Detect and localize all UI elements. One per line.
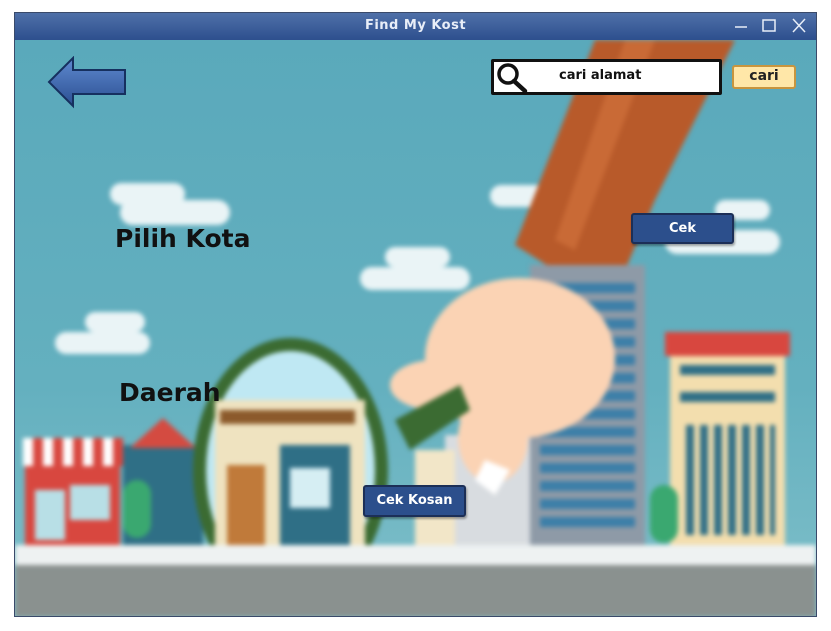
- search-button[interactable]: cari: [732, 65, 796, 89]
- cek-button[interactable]: Cek: [631, 213, 734, 244]
- window-title: Find My Kost: [364, 18, 467, 33]
- back-button[interactable]: [47, 55, 127, 112]
- search-input-value: cari alamat: [559, 68, 642, 83]
- city-label: Pilih Kota: [115, 224, 251, 253]
- app-window: Find My Kost cari alamat cari Pilih Kota…: [14, 12, 817, 617]
- maximize-icon[interactable]: [758, 16, 780, 36]
- cek-kosan-button[interactable]: Cek Kosan: [363, 485, 466, 517]
- arrow-left-icon: [47, 55, 126, 109]
- main-content: cari alamat cari Pilih Kota Daerah Cek C…: [15, 40, 816, 616]
- minimize-icon[interactable]: [730, 16, 752, 36]
- area-label: Daerah: [119, 378, 221, 407]
- title-bar: Find My Kost: [15, 13, 816, 40]
- close-icon[interactable]: [788, 16, 810, 36]
- search-input[interactable]: cari alamat: [491, 59, 722, 95]
- background-illustration: [15, 40, 816, 616]
- magnifier-icon: [497, 63, 528, 94]
